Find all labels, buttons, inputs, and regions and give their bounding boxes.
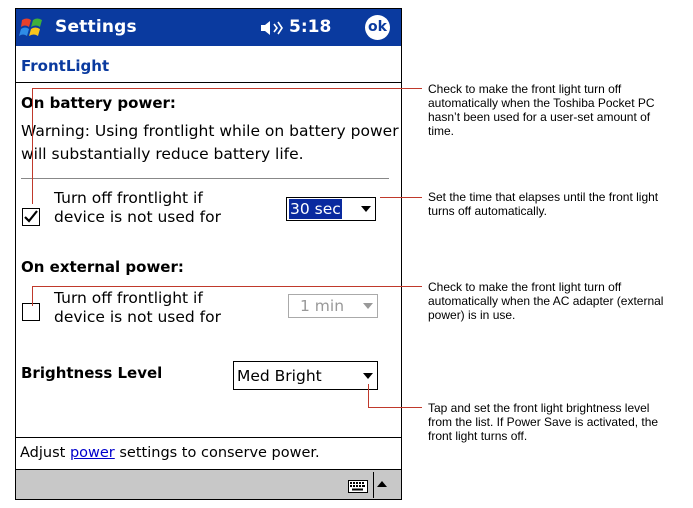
- chevron-down-icon: [363, 373, 373, 379]
- ok-button[interactable]: ok: [365, 15, 390, 40]
- battery-heading: On battery power:: [21, 94, 176, 112]
- callout-line: [380, 197, 422, 198]
- footer-suffix: settings to conserve power.: [114, 445, 320, 461]
- checkmark-icon: [24, 210, 38, 223]
- app-title: Settings: [55, 17, 137, 37]
- annotation-timeout: Set the time that elapses until the fron…: [428, 190, 659, 218]
- external-heading: On external power:: [21, 258, 184, 276]
- divider: [21, 178, 389, 179]
- callout-line: [32, 286, 422, 287]
- callout-line: [368, 407, 422, 408]
- speaker-icon[interactable]: [260, 20, 284, 36]
- pocket-pc-screen: Settings 5:18 ok FrontLight On battery p…: [15, 8, 402, 500]
- battery-checkbox[interactable]: [22, 208, 40, 226]
- external-checkbox-label-line1: Turn off frontlight if: [54, 289, 203, 307]
- clock[interactable]: 5:18: [289, 17, 331, 37]
- title-bar: Settings 5:18 ok: [16, 9, 401, 46]
- external-checkbox-label[interactable]: Turn off frontlight if device is not use…: [54, 289, 221, 327]
- battery-checkbox-label[interactable]: Turn off frontlight if device is not use…: [54, 189, 221, 227]
- chevron-down-icon: [363, 303, 373, 309]
- windows-flag-icon[interactable]: [19, 14, 47, 42]
- callout-line: [32, 286, 33, 306]
- power-settings-link[interactable]: power: [70, 445, 115, 461]
- external-timeout-value: 1 min: [300, 297, 345, 315]
- battery-checkbox-label-line2: device is not used for: [54, 208, 221, 226]
- keyboard-icon[interactable]: [348, 478, 368, 493]
- brightness-label: Brightness Level: [21, 364, 163, 382]
- divider: [16, 82, 401, 83]
- external-checkbox-label-line2: device is not used for: [54, 308, 221, 326]
- brightness-value: Med Bright: [237, 367, 322, 385]
- divider: [373, 472, 374, 498]
- battery-timeout-value: 30 sec: [289, 199, 342, 219]
- annotation-brightness: Tap and set the front light brightness l…: [428, 401, 659, 443]
- annotation-battery-checkbox: Check to make the front light turn off a…: [428, 82, 655, 138]
- callout-line: [32, 88, 33, 204]
- callout-line: [368, 384, 369, 407]
- chevron-up-icon[interactable]: [377, 481, 387, 487]
- battery-warning: Warning: Using frontlight while on batte…: [21, 122, 399, 163]
- brightness-dropdown[interactable]: Med Bright: [233, 361, 378, 390]
- divider: [16, 437, 401, 438]
- footer-hint: Adjust power settings to conserve power.: [20, 445, 320, 461]
- battery-timeout-dropdown[interactable]: 30 sec: [286, 197, 376, 221]
- page-title: FrontLight: [21, 57, 110, 75]
- callout-line: [32, 88, 422, 89]
- chevron-down-icon: [361, 206, 371, 212]
- external-timeout-dropdown[interactable]: 1 min: [288, 294, 378, 318]
- external-checkbox[interactable]: [22, 303, 40, 321]
- footer-prefix: Adjust: [20, 445, 70, 461]
- menu-bar: [16, 469, 401, 499]
- battery-checkbox-label-line1: Turn off frontlight if: [54, 189, 203, 207]
- annotation-external-checkbox: Check to make the front light turn off a…: [428, 280, 664, 322]
